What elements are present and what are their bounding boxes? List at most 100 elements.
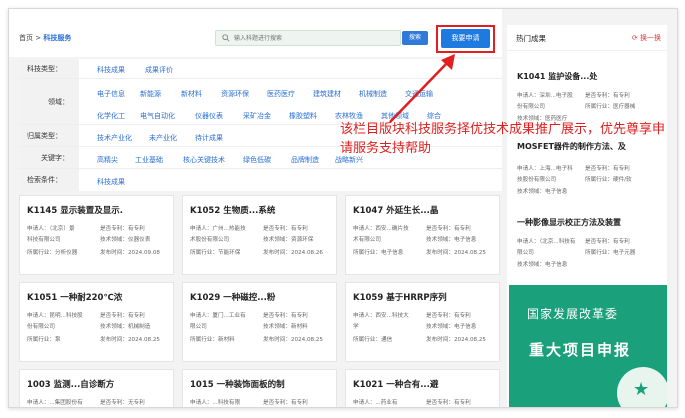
result-card[interactable]: K1047 外延生长...晶 申请人：西安...确片技 是否专利：有专利 术有限… (345, 195, 500, 275)
filter-option[interactable]: 医药医疗 (267, 89, 295, 99)
card-patent: 是否专利：有专利 (426, 313, 471, 319)
sidebar-item-applicant: 申请人：（北京...科技有 (517, 239, 576, 245)
filter-option[interactable]: 品牌制造 (291, 155, 319, 165)
card-applicant: 申请人：西安...确片技 (353, 226, 409, 232)
filter-label: 关键字： (19, 147, 79, 168)
filter-option[interactable]: 采矿冶金 (243, 111, 271, 121)
card-applicant-cont: 份有限公司 (27, 324, 55, 330)
result-card[interactable]: K1145 显示装置及显示. 申请人：（北京）景 是否专利：有专利 科技有限公司… (19, 195, 174, 275)
filter-option[interactable]: 交通运输 (405, 89, 433, 99)
card-date: 发布时间：2024.08.25 (100, 337, 160, 343)
filter-label: 领域： (19, 79, 79, 124)
filter-row-domain: 领域： 电子信息 新能源 新材料 资源环保 医药医疗 建筑建材 机械制造 交通运… (19, 79, 502, 125)
filter-option[interactable]: 技术产业化 (97, 133, 132, 143)
card-applicant: 申请人：...集团股份有 (27, 400, 83, 406)
card-applicant: 申请人：西安...科技大 (353, 313, 409, 319)
sidebar-item-title: 一种影像显示校正方法及装置 (517, 218, 621, 227)
card-field: 技术领域：资源环保 (263, 237, 314, 243)
promo-banner[interactable]: 国家发展改革委 重大项目申报 ★ (509, 285, 667, 407)
card-applicant: 申请人：...科技有限 (190, 400, 241, 406)
search-button[interactable]: 搜索 (402, 31, 428, 45)
filter-row-conditions: 检索条件： 科技成果 (19, 169, 502, 191)
sidebar-item-industry: 所属行业：医疗器械 (585, 104, 636, 110)
results-grid: K1145 显示装置及显示. 申请人：（北京）景 是否专利：有专利 科技有限公司… (19, 195, 502, 407)
search-box[interactable] (215, 30, 401, 46)
sidebar-header: 热门成果 ⟳ 换一换 (507, 25, 667, 51)
sidebar-item-field: 技术领域：电子信息 (517, 262, 568, 268)
card-field: 技术领域：电子信息 (426, 237, 477, 243)
card-industry: 所属行业：分析仪器 (27, 250, 78, 256)
card-applicant: 申请人：（北京）景 (27, 226, 75, 232)
card-industry: 所属行业：通信 (353, 337, 393, 343)
star-icon: ★ (633, 379, 650, 400)
filter-option[interactable]: 待计成果 (195, 133, 223, 143)
card-field: 技术领域：电子信息 (426, 324, 477, 330)
breadcrumb-home[interactable]: 首页 (19, 34, 33, 42)
result-card[interactable]: K1059 基于HRRP序列 申请人：西安...科技大 是否专利：有专利 学 技… (345, 282, 500, 362)
apply-button[interactable]: 我要申请 (441, 29, 490, 48)
sidebar-item-title: K1041 监护设备...处 (517, 72, 598, 81)
filter-label: 归属类型： (19, 125, 79, 146)
card-title: K1047 外延生长...晶 (353, 206, 439, 216)
card-title: K1145 显示装置及显示. (27, 206, 123, 216)
page-frame: 首页 > 科技服务 搜索 科技类型： 科技成果 成果评价 领域： 电子信息 新能… (8, 8, 678, 408)
filter-option[interactable]: 新材料 (181, 89, 202, 99)
card-patent: 是否专利：有专利 (100, 313, 145, 319)
filter-option[interactable]: 核心关键技术 (183, 155, 225, 165)
card-date: 发布时间：2024.08.25 (426, 250, 486, 256)
card-date: 发布时间：2024.08.25 (426, 337, 486, 343)
sidebar-item-industry: 所属行业：电子元器 (585, 250, 636, 256)
card-patent: 是否专利：有专利 (263, 226, 308, 232)
card-field: 技术领域：新材料 (263, 324, 308, 330)
result-card[interactable]: K1029 一种磁控...粉 申请人：厦门...工业有 是否专利：有专利 限公司… (182, 282, 337, 362)
card-patent: 是否专利：有专利 (426, 226, 471, 232)
filter-option[interactable]: 科技成果 (97, 65, 125, 75)
filter-option[interactable]: 机械制造 (359, 89, 387, 99)
filter-row-tech-type: 科技类型： 科技成果 成果评价 (19, 59, 502, 79)
card-applicant-cont: 术有限公司 (353, 237, 381, 243)
card-industry: 所属行业：电子信息 (353, 250, 404, 256)
card-patent: 是否专利：有专利 (263, 400, 308, 406)
filter-option[interactable]: 绿色低碳 (243, 155, 271, 165)
filter-option[interactable]: 仪器仪表 (195, 111, 223, 121)
filter-option[interactable]: 新能源 (140, 89, 161, 99)
card-field: 技术领域：仪器仪表 (100, 237, 151, 243)
sidebar-item-patent: 是否专利：有专利 (585, 166, 630, 172)
card-industry: 所属行业：泵 (27, 337, 61, 343)
card-patent: 是否专利：有专利 (263, 313, 308, 319)
card-applicant-cont: 限公司 (190, 324, 207, 330)
sidebar-item-applicant-cont: 限公司 (517, 250, 534, 256)
card-applicant: 申请人：...药业有 (353, 400, 398, 406)
result-card[interactable]: 1003 监测...自诊断方 申请人：...集团股份有 是否专利：无专利 (19, 369, 174, 407)
filter-option[interactable]: 科技成果 (97, 177, 125, 187)
card-date: 发布时间：2024.09.08 (100, 250, 160, 256)
filter-option[interactable]: 成果评价 (145, 65, 173, 75)
result-card[interactable]: K1052 生物质...系统 申请人：广州...热能技 是否专利：有专利 术股份… (182, 195, 337, 275)
filter-option[interactable]: 电子信息 (97, 89, 125, 99)
result-card[interactable]: 1015 一种装饰面板的制 申请人：...科技有限 是否专利：有专利 (182, 369, 337, 407)
filter-option[interactable]: 橡胶塑料 (289, 111, 317, 121)
card-date: 发布时间：2024.08.26 (263, 250, 323, 256)
card-applicant: 申请人：广州...热能技 (190, 226, 246, 232)
card-applicant-cont: 科技有限公司 (27, 237, 61, 243)
filter-option[interactable]: 未产业化 (149, 133, 177, 143)
card-patent: 是否专利：无专利 (100, 400, 145, 406)
filter-option[interactable]: 电气自动化 (140, 111, 175, 121)
refresh-button[interactable]: ⟳ 换一换 (632, 33, 661, 43)
result-card[interactable]: K1021 一种合有...避 申请人：...药业有 是否专利：有专利 (345, 369, 500, 407)
card-title: K1059 基于HRRP序列 (353, 293, 447, 303)
filter-option[interactable]: 工业基础 (135, 155, 163, 165)
filter-option[interactable]: 高精尖 (97, 155, 118, 165)
card-applicant: 申请人：厦门...工业有 (190, 313, 246, 319)
sidebar-item-applicant-cont: 份有限公司 (517, 104, 545, 110)
banner-line1: 国家发展改革委 (527, 307, 619, 321)
card-field: 技术领域：机械制造 (100, 324, 151, 330)
card-patent: 是否专利：有专利 (426, 400, 471, 406)
filter-option[interactable]: 资源环保 (221, 89, 249, 99)
result-card[interactable]: K1051 一种耐220℃浓 申请人：昆明...科技股 是否专利：有专利 份有限… (19, 282, 174, 362)
card-title: K1051 一种耐220℃浓 (27, 293, 123, 303)
filter-option[interactable]: 化学化工 (97, 111, 125, 121)
filter-option[interactable]: 建筑建材 (313, 89, 341, 99)
search-input[interactable] (234, 33, 394, 44)
card-applicant-cont: 学 (353, 324, 359, 330)
